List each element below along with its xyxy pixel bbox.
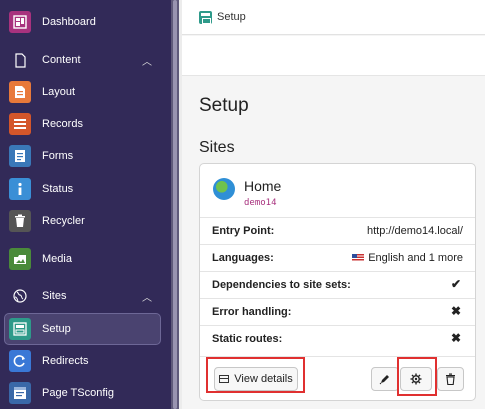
row-label: Languages: (212, 252, 274, 264)
sidebar-scrollbar-thumb[interactable] (173, 0, 177, 409)
sidebar-item-recycler[interactable]: Recycler (0, 205, 171, 237)
info-icon (9, 178, 31, 200)
trash-icon (446, 373, 455, 385)
sidebar-item-label: Setup (42, 323, 71, 335)
row-label: Error handling: (212, 306, 292, 318)
sidebar-item-label: Status (42, 183, 74, 195)
sidebar-item-label: Sites (42, 290, 67, 302)
row-value: http://demo14.local/ (366, 225, 463, 237)
site-identifier: demo14 (244, 198, 277, 208)
module-title: Setup (217, 11, 246, 23)
docheader-toolbar (182, 36, 485, 76)
row-label: Entry Point: (212, 225, 275, 237)
sidebar-item-status[interactable]: Status (0, 173, 171, 205)
sidebar-item-layout[interactable]: Layout (0, 76, 171, 108)
sidebar-group-content[interactable]: Content ︿ (0, 44, 171, 76)
site-row-entry-point: Entry Point: http://demo14.local/ (200, 217, 475, 243)
tsconfig-icon (9, 382, 31, 404)
sidebar-item-label: Content (42, 54, 81, 66)
site-row-static-routes: Static routes: ✖ (200, 325, 475, 351)
sidebar-item-label: Layout (42, 86, 76, 98)
site-card-header: Home demo14 (200, 164, 475, 216)
sidebar-item-dashboard[interactable]: Dashboard (0, 6, 171, 38)
site-row-dependencies: Dependencies to site sets: ✔ (200, 271, 475, 297)
chevron-up-icon[interactable]: ︿ (142, 289, 152, 304)
highlight-view-details (206, 357, 305, 393)
site-row-languages: Languages: English and 1 more (200, 244, 475, 270)
sidebar-item-label: Dashboard (42, 16, 96, 28)
setup-icon (199, 11, 212, 24)
sidebar-item-label: Redirects (42, 355, 89, 367)
site-title: Home (244, 178, 282, 194)
languages-value: English and 1 more (368, 252, 463, 264)
check-icon: ✔ (450, 277, 461, 291)
cross-icon: ✖ (450, 304, 461, 318)
sidebar-item-media[interactable]: Media (0, 243, 171, 275)
sidebar-item-setup[interactable]: Setup (4, 313, 161, 345)
us-flag-icon (352, 254, 365, 262)
sidebar-group-sites[interactable]: Sites ︿ (0, 280, 171, 312)
sidebar-item-label: Media (42, 253, 72, 265)
chevron-up-icon[interactable]: ︿ (142, 53, 152, 68)
media-icon (9, 248, 31, 270)
edit-button[interactable] (371, 367, 399, 391)
row-label: Static routes: (212, 333, 283, 345)
sidebar-item-label: Page TSconfig (42, 387, 114, 399)
globe-icon (213, 178, 235, 200)
sidebar-item-label: Forms (42, 150, 74, 162)
dashboard-icon (9, 11, 31, 33)
delete-button[interactable] (437, 367, 464, 391)
sidebar-item-label: Records (42, 118, 83, 130)
highlight-settings (397, 357, 437, 396)
globe-icon (9, 285, 31, 307)
sidebar-item-forms[interactable]: Forms (0, 140, 171, 172)
pencil-icon (379, 375, 389, 385)
page-title: Setup (199, 95, 249, 116)
section-title: Sites (199, 139, 235, 156)
sidebar-item-redirects[interactable]: Redirects (0, 345, 171, 377)
sidebar-item-label: Recycler (42, 215, 85, 227)
page-icon (9, 49, 31, 71)
layout-icon (9, 81, 31, 103)
redirect-icon (9, 350, 31, 372)
row-label: Dependencies to site sets: (212, 279, 351, 291)
records-icon (9, 113, 31, 135)
module-header: Setup (182, 0, 485, 35)
row-value: English and 1 more (352, 252, 463, 264)
sidebar-item-page-tsconfig[interactable]: Page TSconfig (0, 377, 171, 409)
cross-icon: ✖ (450, 331, 461, 345)
sidebar-item-records[interactable]: Records (0, 108, 171, 140)
setup-icon (9, 318, 31, 340)
forms-icon (9, 145, 31, 167)
site-row-error-handling: Error handling: ✖ (200, 298, 475, 324)
trash-icon (9, 210, 31, 232)
